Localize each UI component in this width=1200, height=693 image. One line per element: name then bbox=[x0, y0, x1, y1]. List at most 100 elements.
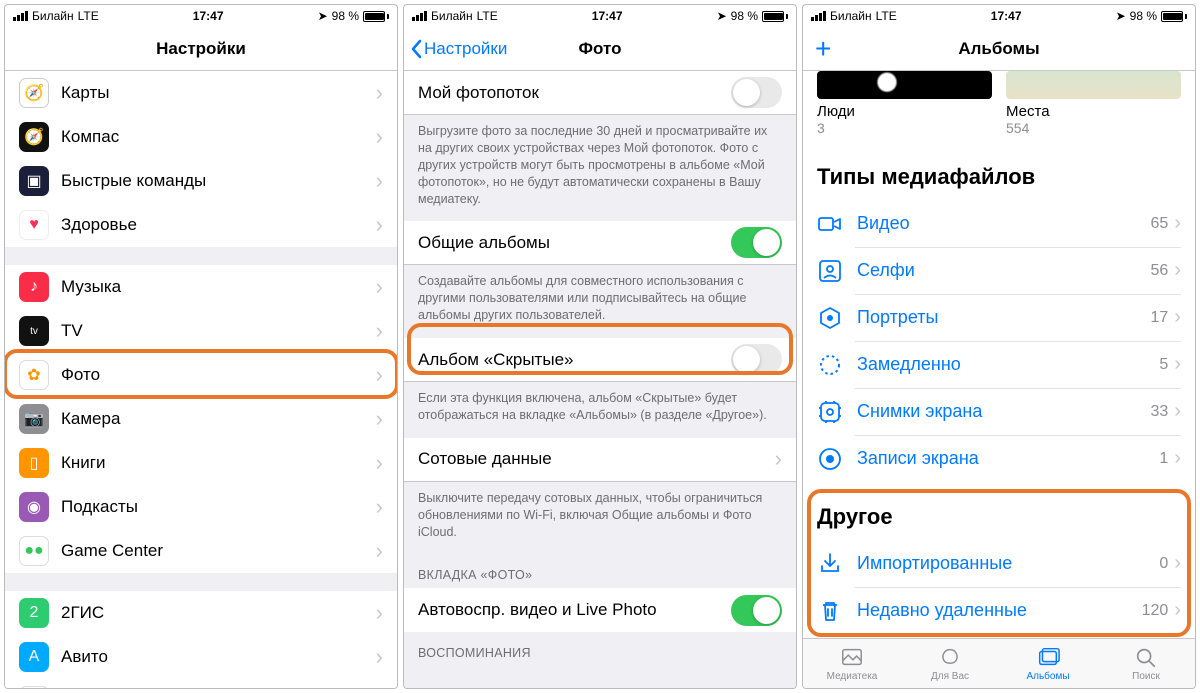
tv-label: TV bbox=[61, 321, 376, 341]
screenshot-icon bbox=[817, 399, 843, 425]
row-photostream[interactable]: Мой фотопоток bbox=[404, 71, 796, 115]
chevron-right-icon: › bbox=[376, 124, 397, 150]
tab-3-icon bbox=[1134, 645, 1158, 669]
settings-row-камера[interactable]: 📷 Камера › bbox=[5, 397, 397, 441]
phone-settings: Билайн LTE 17:47 ➤ 98 % Настройки 🧭 Карт… bbox=[4, 4, 398, 689]
carrier-label: Билайн bbox=[830, 9, 872, 23]
settings-row-здоровье[interactable]: ♥ Здоровье › bbox=[5, 203, 397, 247]
settings-row-фото[interactable]: ✿ Фото › bbox=[5, 353, 397, 397]
tab-3-label: Поиск bbox=[1132, 671, 1160, 682]
tab-3[interactable]: Поиск bbox=[1097, 639, 1195, 688]
settings-content[interactable]: 🧭 Карты › 🧭 Компас › ▣ Быстрые команды ›… bbox=[5, 71, 397, 688]
battery-icon bbox=[363, 11, 389, 22]
media-row-slow[interactable]: Замедленно 5 › bbox=[803, 341, 1195, 388]
photostream-toggle[interactable] bbox=[731, 77, 782, 108]
album-places[interactable]: Места 554 bbox=[1006, 71, 1181, 136]
photos-settings-content[interactable]: Мой фотопоток Выгрузите фото за последни… bbox=[404, 71, 796, 688]
battery-icon bbox=[1161, 11, 1187, 22]
tab-2[interactable]: Альбомы bbox=[999, 639, 1097, 688]
import-label: Импортированные bbox=[857, 553, 1159, 574]
game-center-icon: ●● bbox=[19, 536, 49, 566]
media-row-video[interactable]: Видео 65 › bbox=[803, 200, 1195, 247]
settings-group-3: 2 2ГИС › A Авито › 🙅 АнтиРеклама › bbox=[5, 591, 397, 688]
clock-label: 17:47 bbox=[991, 9, 1022, 23]
location-icon: ➤ bbox=[318, 9, 328, 23]
settings-row-авито[interactable]: A Авито › bbox=[5, 635, 397, 679]
tab-1[interactable]: Для Вас bbox=[901, 639, 999, 688]
shared-label: Общие альбомы bbox=[418, 233, 731, 253]
people-thumb bbox=[817, 71, 992, 99]
shared-toggle[interactable] bbox=[731, 227, 782, 258]
media-row-screenshot[interactable]: Снимки экрана 33 › bbox=[803, 388, 1195, 435]
tab-bar: Медиатека Для Вас Альбомы Поиск bbox=[803, 638, 1195, 688]
status-bar: Билайн LTE 17:47 ➤ 98 % bbox=[404, 5, 796, 27]
row-cellular[interactable]: Сотовые данные › bbox=[404, 438, 796, 482]
phone-albums: Билайн LTE 17:47 ➤ 98 % + Альбомы Люди 3… bbox=[802, 4, 1196, 689]
selfie-icon bbox=[817, 258, 843, 284]
screenrec-label: Записи экрана bbox=[857, 448, 1159, 469]
album-people[interactable]: Люди 3 bbox=[817, 71, 992, 136]
settings-row-подкасты[interactable]: ◉ Подкасты › bbox=[5, 485, 397, 529]
media-row-screenrec[interactable]: Записи экрана 1 › bbox=[803, 435, 1195, 482]
battery-pct: 98 % bbox=[1130, 9, 1157, 23]
settings-row-tv[interactable]: tv TV › bbox=[5, 309, 397, 353]
chevron-right-icon: › bbox=[1174, 400, 1181, 423]
tab-0-icon bbox=[840, 645, 864, 669]
carrier-label: Билайн bbox=[32, 9, 74, 23]
settings-group-2: ♪ Музыка › tv TV › ✿ Фото › 📷 Камера › ▯… bbox=[5, 265, 397, 573]
settings-row-2гис[interactable]: 2 2ГИС › bbox=[5, 591, 397, 635]
chevron-right-icon: › bbox=[775, 446, 782, 472]
location-icon: ➤ bbox=[1116, 9, 1126, 23]
selfie-count: 56 bbox=[1151, 262, 1169, 280]
signal-icon bbox=[811, 11, 826, 21]
settings-row-антиреклама[interactable]: 🙅 АнтиРеклама › bbox=[5, 679, 397, 688]
фото-icon: ✿ bbox=[19, 360, 49, 390]
settings-row-музыка[interactable]: ♪ Музыка › bbox=[5, 265, 397, 309]
add-button[interactable]: + bbox=[815, 35, 831, 63]
autoplay-toggle[interactable] bbox=[731, 595, 782, 626]
hidden-footer: Если эта функция включена, альбом «Скрыт… bbox=[404, 382, 796, 438]
slow-count: 5 bbox=[1159, 356, 1168, 374]
карты-label: Карты bbox=[61, 83, 376, 103]
chevron-right-icon: › bbox=[376, 318, 397, 344]
chevron-right-icon: › bbox=[376, 274, 397, 300]
подкасты-icon: ◉ bbox=[19, 492, 49, 522]
nav-title: Фото bbox=[579, 39, 622, 59]
media-types-header: Типы медиафайлов bbox=[803, 142, 1195, 200]
row-shared-albums[interactable]: Общие альбомы bbox=[404, 221, 796, 265]
settings-row-game-center[interactable]: ●● Game Center › bbox=[5, 529, 397, 573]
chevron-right-icon: › bbox=[1174, 447, 1181, 470]
row-hidden-album[interactable]: Альбом «Скрытые» bbox=[404, 338, 796, 382]
авито-label: Авито bbox=[61, 647, 376, 667]
settings-row-быстрые-команды[interactable]: ▣ Быстрые команды › bbox=[5, 159, 397, 203]
settings-row-компас[interactable]: 🧭 Компас › bbox=[5, 115, 397, 159]
media-row-selfie[interactable]: Селфи 56 › bbox=[803, 247, 1195, 294]
settings-row-карты[interactable]: 🧭 Карты › bbox=[5, 71, 397, 115]
back-button[interactable]: Настройки bbox=[410, 39, 507, 59]
photostream-footer: Выгрузите фото за последние 30 дней и пр… bbox=[404, 115, 796, 221]
tab-2-icon bbox=[1036, 645, 1060, 669]
media-row-trash[interactable]: Недавно удаленные 120 › bbox=[803, 587, 1195, 634]
import-count: 0 bbox=[1159, 555, 1168, 573]
albums-content[interactable]: Люди 3 Места 554 Типы медиафайлов Видео … bbox=[803, 71, 1195, 638]
tab-0[interactable]: Медиатека bbox=[803, 639, 901, 688]
video-count: 65 bbox=[1151, 215, 1169, 233]
trash-count: 120 bbox=[1142, 602, 1169, 620]
screenrec-count: 1 bbox=[1159, 450, 1168, 468]
chevron-right-icon: › bbox=[376, 168, 397, 194]
net-label: LTE bbox=[477, 9, 498, 23]
settings-row-книги[interactable]: ▯ Книги › bbox=[5, 441, 397, 485]
nav-bar: Настройки bbox=[5, 27, 397, 71]
net-label: LTE bbox=[78, 9, 99, 23]
hidden-toggle[interactable] bbox=[731, 344, 782, 375]
portrait-label: Портреты bbox=[857, 307, 1151, 328]
здоровье-label: Здоровье bbox=[61, 215, 376, 235]
media-row-portrait[interactable]: Портреты 17 › bbox=[803, 294, 1195, 341]
row-autoplay[interactable]: Автовоспр. видео и Live Photo bbox=[404, 588, 796, 632]
книги-label: Книги bbox=[61, 453, 376, 473]
nav-title: Альбомы bbox=[958, 39, 1039, 59]
carrier-label: Билайн bbox=[431, 9, 473, 23]
антиреклама-icon: 🙅 bbox=[19, 686, 49, 688]
media-row-import[interactable]: Импортированные 0 › bbox=[803, 540, 1195, 587]
авито-icon: A bbox=[19, 642, 49, 672]
